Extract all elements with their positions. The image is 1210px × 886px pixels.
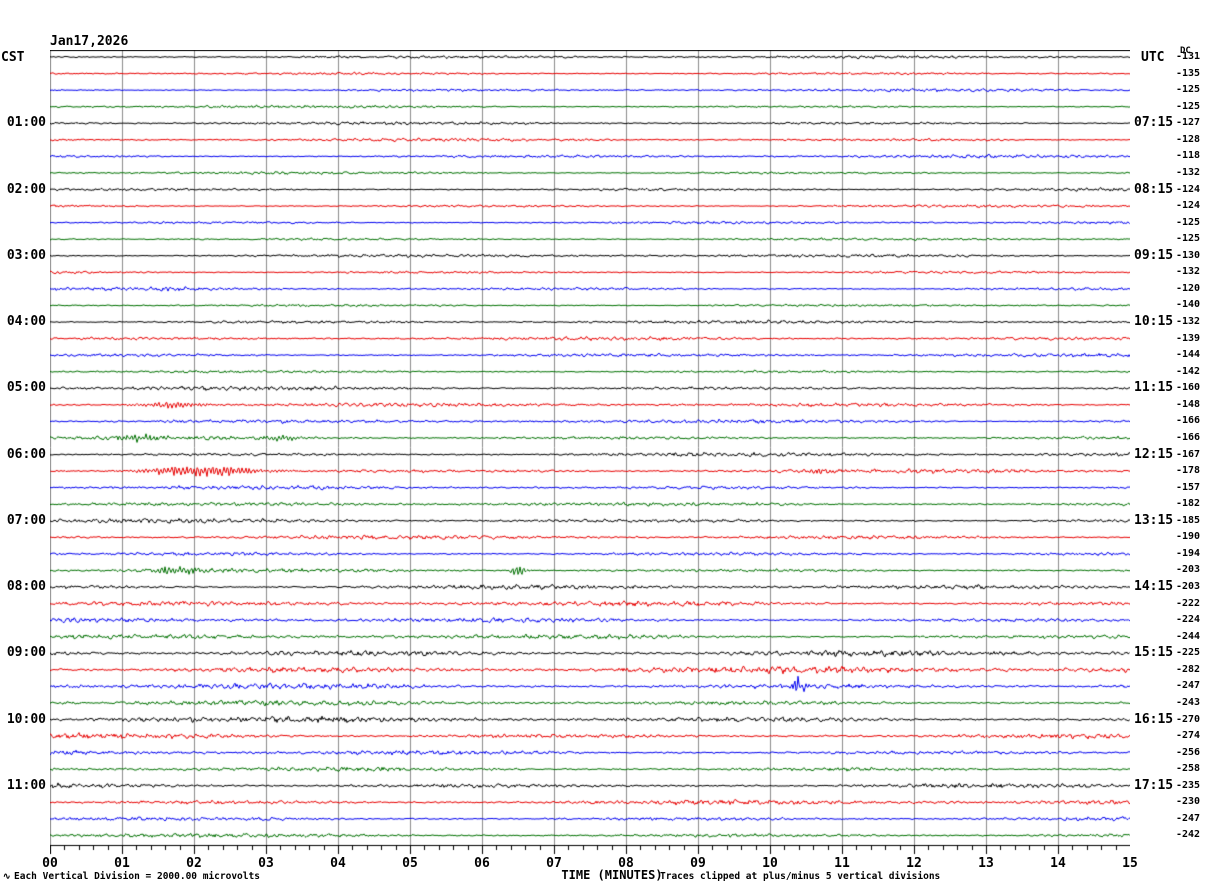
dc-value: -144 [1176, 349, 1201, 360]
dc-value: -203 [1176, 564, 1201, 575]
x-tick-label: 15 [1122, 856, 1138, 871]
x-tick-label: 14 [1050, 856, 1066, 871]
utc-hour-label: 10:15 [1134, 314, 1174, 329]
dc-value: -120 [1176, 283, 1201, 294]
dc-value: -125 [1176, 84, 1201, 95]
dc-value: -224 [1176, 614, 1201, 625]
dc-value: -244 [1176, 631, 1201, 642]
dc-value: -128 [1176, 134, 1201, 145]
dc-value: -222 [1176, 598, 1201, 609]
dc-value: -124 [1176, 200, 1201, 211]
x-tick-label: 06 [474, 856, 490, 871]
dc-value: -194 [1176, 548, 1201, 559]
dc-value: -139 [1176, 333, 1201, 344]
utc-hour-label: 08:15 [1134, 182, 1174, 197]
x-tick-label: 05 [402, 856, 418, 871]
dc-value: -247 [1176, 813, 1201, 824]
x-tick-label: 04 [330, 856, 346, 871]
utc-hour-label: 13:15 [1134, 513, 1174, 528]
dc-value: -132 [1176, 167, 1201, 178]
utc-hour-label: 12:15 [1134, 447, 1174, 462]
dc-value: -247 [1176, 680, 1201, 691]
utc-hour-label: 11:15 [1134, 380, 1174, 395]
dc-value: -235 [1176, 780, 1201, 791]
dc-value: -160 [1176, 382, 1201, 393]
dc-value: -140 [1176, 299, 1201, 310]
utc-hour-label: 16:15 [1134, 712, 1174, 727]
dc-value: -166 [1176, 432, 1201, 443]
x-tick-label: 13 [978, 856, 994, 871]
dc-value: -124 [1176, 184, 1201, 195]
cst-hour-label: 08:00 [6, 579, 46, 594]
dc-value: -282 [1176, 664, 1201, 675]
seismogram-traces-canvas [50, 50, 1130, 862]
footer-clip-note: Traces clipped at plus/minus 5 vertical … [660, 871, 941, 882]
dc-value: -148 [1176, 399, 1201, 410]
dc-value: -225 [1176, 647, 1201, 658]
utc-hour-label: 15:15 [1134, 645, 1174, 660]
dc-value: -190 [1176, 531, 1201, 542]
utc-hour-label: 17:15 [1134, 778, 1174, 793]
dc-value: -125 [1176, 217, 1201, 228]
dc-value: -131 [1176, 51, 1201, 62]
dc-value: -270 [1176, 714, 1201, 725]
dc-value: -256 [1176, 747, 1201, 758]
helicorder-page: Jan17,2026 GNAR HHZ NM 00 (Gosnell, AR) … [0, 0, 1210, 886]
dc-value: -135 [1176, 68, 1201, 79]
dc-value: -185 [1176, 515, 1201, 526]
dc-value: -167 [1176, 449, 1201, 460]
x-tick-label: 11 [834, 856, 850, 871]
dc-value: -230 [1176, 796, 1201, 807]
dc-value: -166 [1176, 415, 1201, 426]
dc-value: -203 [1176, 581, 1201, 592]
dc-value: -243 [1176, 697, 1201, 708]
title-date: Jan17,2026 [50, 34, 129, 49]
dc-value: -118 [1176, 150, 1201, 161]
utc-hour-label: 09:15 [1134, 248, 1174, 263]
dc-value: -142 [1176, 366, 1201, 377]
dc-value: -242 [1176, 829, 1201, 840]
dc-value: -258 [1176, 763, 1201, 774]
dc-value: -157 [1176, 482, 1201, 493]
cst-axis-header: CST [1, 50, 25, 65]
cst-hour-label: 06:00 [6, 447, 46, 462]
x-axis-title: TIME (MINUTES) [561, 868, 663, 882]
x-tick-label: 01 [114, 856, 130, 871]
utc-hour-label: 14:15 [1134, 579, 1174, 594]
x-tick-label: 03 [258, 856, 274, 871]
cst-hour-label: 11:00 [6, 778, 46, 793]
dc-value: -125 [1176, 101, 1201, 112]
dc-value: -132 [1176, 316, 1201, 327]
dc-value: -132 [1176, 266, 1201, 277]
dc-value: -274 [1176, 730, 1201, 741]
cst-hour-label: 07:00 [6, 513, 46, 528]
x-tick-label: 10 [762, 856, 778, 871]
seismogram-plot-area [50, 50, 1130, 862]
x-tick-label: 00 [42, 856, 58, 871]
dc-value: -182 [1176, 498, 1201, 509]
cst-hour-label: 05:00 [6, 380, 46, 395]
dc-value: -178 [1176, 465, 1201, 476]
utc-hour-label: 07:15 [1134, 115, 1174, 130]
x-tick-label: 02 [186, 856, 202, 871]
logo-squiggle-icon: ∿ [3, 872, 11, 882]
utc-axis-header: UTC [1141, 50, 1165, 65]
cst-hour-label: 04:00 [6, 314, 46, 329]
dc-value: -127 [1176, 117, 1201, 128]
cst-hour-label: 03:00 [6, 248, 46, 263]
dc-value: -130 [1176, 250, 1201, 261]
cst-hour-label: 02:00 [6, 182, 46, 197]
x-tick-label: 09 [690, 856, 706, 871]
dc-value: -125 [1176, 233, 1201, 244]
cst-hour-label: 10:00 [6, 712, 46, 727]
cst-hour-label: 09:00 [6, 645, 46, 660]
x-tick-label: 12 [906, 856, 922, 871]
cst-hour-label: 01:00 [6, 115, 46, 130]
footer-scale-note: Each Vertical Division = 2000.00 microvo… [14, 871, 260, 882]
